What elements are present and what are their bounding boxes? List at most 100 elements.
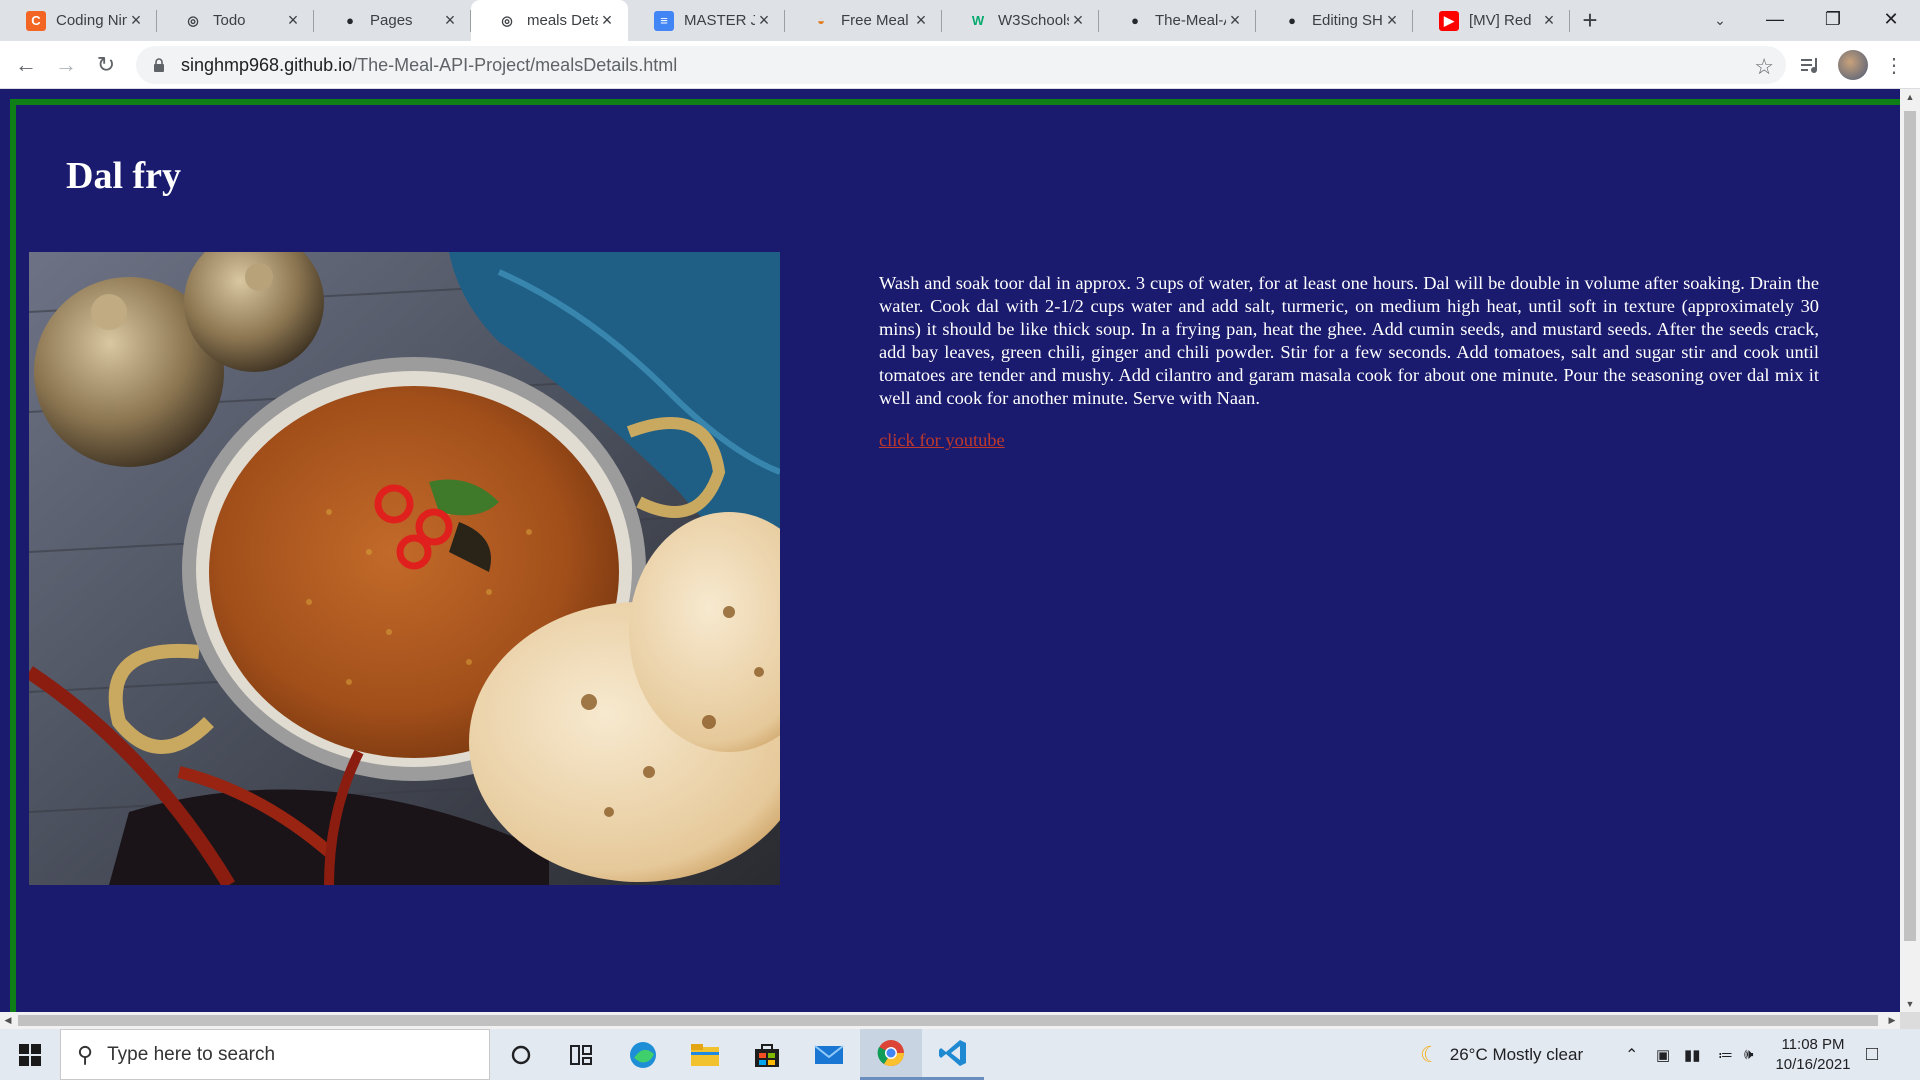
tab-close-icon[interactable]: ×: [1383, 10, 1401, 30]
scrollbar-corner: [1900, 1012, 1920, 1029]
browser-tab[interactable]: W W3Schools ×: [942, 0, 1099, 41]
profile-avatar[interactable]: [1838, 50, 1868, 80]
system-clock[interactable]: 11:08 PM 10/16/2021: [1768, 1035, 1858, 1075]
moon-icon: ☾: [1420, 1041, 1440, 1067]
tab-title: Coding Ninjas: [56, 12, 127, 29]
url-host: singhmp968.github.io: [181, 54, 353, 75]
browser-tab[interactable]: ◎ meals Details×: [471, 0, 628, 41]
forward-arrow-icon[interactable]: →: [50, 49, 82, 81]
browser-tab[interactable]: ◎ Todo ×: [157, 0, 314, 41]
tab-list: CCoding Ninjas×◎Todo×●Pages×◎meals Detai…: [0, 0, 1570, 41]
vertical-scroll-thumb[interactable]: [1904, 111, 1916, 941]
meet-now-icon[interactable]: ▣: [1656, 1029, 1670, 1080]
youtube-icon: ▶: [1439, 10, 1459, 31]
more-menu-icon[interactable]: ⋮: [1880, 51, 1908, 79]
back-arrow-icon[interactable]: ←: [10, 49, 42, 81]
meal-title: Dal fry: [66, 155, 182, 197]
github-icon: ●: [1288, 13, 1296, 28]
tab-title: Pages: [370, 12, 413, 29]
media-control-icon[interactable]: [1797, 51, 1825, 79]
github-icon: ●: [1131, 13, 1139, 28]
vscode-icon[interactable]: [922, 1029, 984, 1080]
task-view-icon[interactable]: [550, 1029, 612, 1080]
tab-close-icon[interactable]: ×: [1069, 10, 1087, 30]
tab-close-icon[interactable]: ×: [1540, 10, 1558, 30]
browser-tab[interactable]: ◒ Free Meal API×: [785, 0, 942, 41]
close-window-button[interactable]: ✕: [1862, 0, 1920, 38]
tab-title: Todo: [213, 12, 246, 29]
tab-close-icon[interactable]: ×: [755, 10, 773, 30]
wifi-icon[interactable]: ≔: [1718, 1029, 1733, 1080]
chrome-icon[interactable]: [860, 1029, 922, 1080]
tab-title: The-Meal-API: [1155, 12, 1226, 29]
docs-icon: ≡: [654, 10, 674, 31]
volume-icon[interactable]: 🕪: [1744, 1029, 1753, 1080]
address-bar[interactable]: singhmp968.github.io/The-Meal-API-Projec…: [136, 46, 1786, 84]
search-icon: ⚲: [77, 1041, 94, 1067]
reload-icon[interactable]: ↻: [90, 49, 122, 81]
bookmark-star-icon[interactable]: ☆: [1754, 54, 1774, 80]
mail-icon[interactable]: [798, 1029, 860, 1080]
scroll-right-icon[interactable]: ▶: [1884, 1012, 1900, 1029]
tab-separator: [1569, 10, 1570, 32]
lock-icon[interactable]: [150, 56, 168, 74]
scroll-down-icon[interactable]: ▼: [1900, 996, 1920, 1012]
store-icon[interactable]: [736, 1029, 798, 1080]
minimize-button[interactable]: —: [1746, 0, 1804, 38]
youtube-link[interactable]: click for youtube: [879, 430, 1005, 451]
new-tab-button[interactable]: +: [1570, 0, 1610, 41]
edge-icon[interactable]: [612, 1029, 674, 1080]
meal-instructions: Wash and soak toor dal in approx. 3 cups…: [879, 273, 1819, 408]
windows-start-icon[interactable]: [0, 1029, 60, 1080]
tab-title: meals Details: [527, 12, 598, 29]
cortana-icon[interactable]: [490, 1029, 552, 1080]
globe-icon: ◎: [501, 12, 513, 28]
url-path: /The-Meal-API-Project/mealsDetails.html: [352, 54, 678, 75]
browser-tab[interactable]: ▶ [MV] Red ×: [1413, 0, 1570, 41]
tab-close-icon[interactable]: ×: [441, 10, 459, 30]
clock-date: 10/16/2021: [1775, 1056, 1851, 1073]
browser-tab[interactable]: C Coding Ninjas×: [0, 0, 157, 41]
weather-text: 26°C Mostly clear: [1449, 1044, 1584, 1064]
horizontal-scrollbar[interactable]: ◀ ▶: [0, 1012, 1900, 1029]
tab-close-icon[interactable]: ×: [1226, 10, 1244, 30]
file-explorer-icon[interactable]: [674, 1029, 736, 1080]
vertical-scrollbar[interactable]: ▲ ▼: [1900, 89, 1920, 1012]
scroll-left-icon[interactable]: ◀: [0, 1012, 16, 1029]
tab-title: [MV] Red: [1469, 12, 1532, 29]
notification-center-icon[interactable]: □: [1866, 1029, 1878, 1080]
hidden-icons-chevron-icon[interactable]: ⌃: [1625, 1029, 1638, 1080]
browser-tab[interactable]: ● Editing SHOW×: [1256, 0, 1413, 41]
scroll-up-icon[interactable]: ▲: [1900, 89, 1920, 105]
tab-title: Editing SHOW: [1312, 12, 1383, 29]
browser-toolbar: ← → ↻ singhmp968.github.io/The-Meal-API-…: [0, 41, 1920, 89]
browser-tab[interactable]: ● The-Meal-API×: [1099, 0, 1256, 41]
meal-image: [29, 252, 780, 885]
browser-tab[interactable]: ● Pages ×: [314, 0, 471, 41]
tab-search-chevron-icon[interactable]: ⌄: [1706, 6, 1734, 34]
page-viewport: Dal fry Wash and soak toor dal in approx…: [0, 89, 1900, 1012]
page-border-top: [10, 99, 1900, 105]
tab-title: MASTER JS: [684, 12, 755, 29]
browser-tab[interactable]: ≡ MASTER JS×: [628, 0, 785, 41]
coding-ninjas-icon: C: [26, 10, 46, 31]
horizontal-scroll-thumb[interactable]: [18, 1015, 1878, 1026]
tab-close-icon[interactable]: ×: [284, 10, 302, 30]
battery-icon[interactable]: ▮▮: [1684, 1029, 1701, 1080]
tab-close-icon[interactable]: ×: [127, 10, 145, 30]
taskbar-search-input[interactable]: ⚲ Type here to search: [60, 1029, 490, 1080]
windows-taskbar: ⚲ Type here to search ☾ 26°C Mostly clea…: [0, 1029, 1920, 1080]
tab-close-icon[interactable]: ×: [598, 10, 616, 30]
w3schools-icon: W: [971, 13, 985, 28]
restore-button[interactable]: ❐: [1804, 0, 1862, 38]
globe-icon: ◎: [187, 12, 199, 28]
tab-close-icon[interactable]: ×: [912, 10, 930, 30]
search-placeholder: Type here to search: [107, 1043, 276, 1065]
tab-strip: CCoding Ninjas×◎Todo×●Pages×◎meals Detai…: [0, 0, 1920, 41]
meal-icon: ◒: [817, 13, 825, 28]
tab-title: Free Meal API: [841, 12, 912, 29]
weather-widget[interactable]: ☾ 26°C Mostly clear: [1420, 1029, 1583, 1080]
github-icon: ●: [346, 13, 354, 28]
clock-time: 11:08 PM: [1781, 1036, 1845, 1053]
tab-title: W3Schools: [998, 12, 1069, 29]
